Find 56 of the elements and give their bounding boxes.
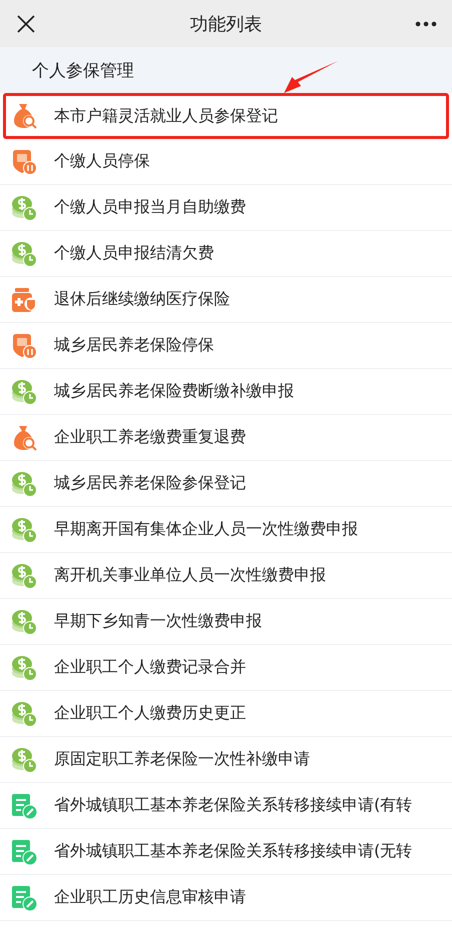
list-item[interactable]: 个缴人员申报当月自助缴费 bbox=[0, 185, 452, 231]
item-label: 原固定职工养老保险一次性补缴申请 bbox=[54, 749, 310, 770]
list-item[interactable]: 本市户籍灵活就业人员参保登记 bbox=[3, 93, 449, 139]
badge-pause-icon bbox=[10, 332, 38, 360]
list-item[interactable]: 企业职工个人缴费记录合并 bbox=[0, 645, 452, 691]
close-icon bbox=[16, 14, 36, 34]
coins-clock-icon bbox=[10, 608, 38, 636]
item-label: 退休后继续缴纳医疗保险 bbox=[54, 289, 230, 310]
form-edit-icon bbox=[10, 792, 38, 820]
section-header: 个人参保管理 bbox=[0, 47, 452, 93]
form-edit-icon bbox=[10, 884, 38, 912]
item-label: 企业职工历史信息审核申请 bbox=[54, 887, 246, 908]
list-item[interactable]: 企业职工个人缴费历史更正 bbox=[0, 691, 452, 737]
list-item[interactable]: 离开机关事业单位人员一次性缴费申报 bbox=[0, 553, 452, 599]
item-label: 城乡居民养老保险停保 bbox=[54, 335, 214, 356]
list-item[interactable]: 城乡居民养老保险参保登记 bbox=[0, 461, 452, 507]
list-item[interactable]: 原固定职工养老保险一次性补缴申请 bbox=[0, 737, 452, 783]
list-item[interactable]: 城乡居民养老保险费断缴补缴申报 bbox=[0, 369, 452, 415]
list-item[interactable]: 个缴人员停保 bbox=[0, 139, 452, 185]
coins-clock-icon bbox=[10, 516, 38, 544]
item-label: 离开机关事业单位人员一次性缴费申报 bbox=[54, 565, 326, 586]
item-label: 个缴人员申报结清欠费 bbox=[54, 243, 214, 264]
list-item[interactable]: 企业职工历史信息审核申请 bbox=[0, 875, 452, 921]
form-edit-icon bbox=[10, 838, 38, 866]
item-label: 城乡居民养老保险参保登记 bbox=[54, 473, 246, 494]
more-icon bbox=[415, 20, 437, 26]
coins-clock-icon bbox=[10, 470, 38, 498]
coins-clock-icon bbox=[10, 700, 38, 728]
coins-clock-icon bbox=[10, 194, 38, 222]
coins-clock-icon bbox=[10, 240, 38, 268]
item-label: 个缴人员停保 bbox=[54, 151, 150, 172]
item-label: 企业职工养老缴费重复退费 bbox=[54, 427, 246, 448]
item-label: 省外城镇职工基本养老保险关系转移接续申请(有转 bbox=[54, 795, 412, 816]
item-label: 企业职工个人缴费历史更正 bbox=[54, 703, 246, 724]
item-label: 早期下乡知青一次性缴费申报 bbox=[54, 611, 262, 632]
badge-pause-icon bbox=[10, 148, 38, 176]
item-label: 省外城镇职工基本养老保险关系转移接续申请(无转 bbox=[54, 841, 412, 862]
coins-clock-icon bbox=[10, 654, 38, 682]
list-item[interactable]: 城乡居民养老保险停保 bbox=[0, 323, 452, 369]
item-label: 城乡居民养老保险费断缴补缴申报 bbox=[54, 381, 294, 402]
item-label: 本市户籍灵活就业人员参保登记 bbox=[54, 106, 278, 126]
list-item[interactable]: 省外城镇职工基本养老保险关系转移接续申请(无转 bbox=[0, 829, 452, 875]
item-label: 个缴人员申报当月自助缴费 bbox=[54, 197, 246, 218]
coins-clock-icon bbox=[10, 746, 38, 774]
list-item[interactable]: 个缴人员申报结清欠费 bbox=[0, 231, 452, 277]
item-label: 早期离开国有集体企业人员一次性缴费申报 bbox=[54, 519, 358, 540]
window-title: 功能列表 bbox=[190, 12, 262, 36]
list-item[interactable]: 早期下乡知青一次性缴费申报 bbox=[0, 599, 452, 645]
list-item[interactable]: 省外城镇职工基本养老保险关系转移接续申请(有转 bbox=[0, 783, 452, 829]
list-item[interactable]: 企业职工养老缴费重复退费 bbox=[0, 415, 452, 461]
medicine-bottle-icon bbox=[10, 286, 38, 314]
coins-clock-icon bbox=[10, 378, 38, 406]
item-label: 企业职工个人缴费记录合并 bbox=[54, 657, 246, 678]
list-item[interactable]: 早期离开国有集体企业人员一次性缴费申报 bbox=[0, 507, 452, 553]
list-item[interactable]: 退休后继续缴纳医疗保险 bbox=[0, 277, 452, 323]
coins-clock-icon bbox=[10, 562, 38, 590]
